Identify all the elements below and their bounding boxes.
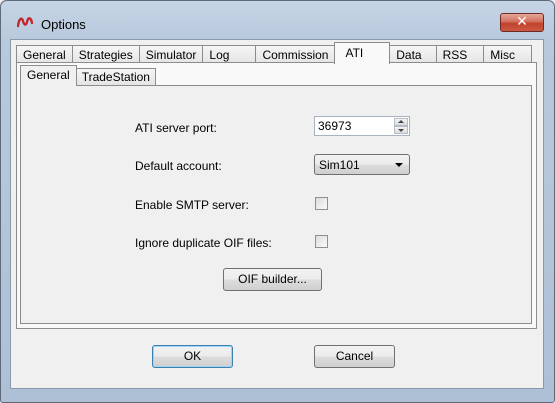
ati-server-port-stepper[interactable]: 36973 bbox=[314, 116, 410, 136]
subtab-general[interactable]: General bbox=[20, 65, 77, 86]
chevron-down-icon bbox=[395, 163, 403, 167]
ati-tab-panel: General TradeStation ATI server port: 36… bbox=[16, 62, 537, 329]
dialog-client-area: General Strategies Simulator Log Commiss… bbox=[10, 39, 544, 389]
stepper-buttons bbox=[394, 118, 408, 134]
enable-smtp-label: Enable SMTP server: bbox=[135, 198, 249, 212]
default-account-value: Sim101 bbox=[319, 158, 360, 172]
ignore-duplicate-oif-label: Ignore duplicate OIF files: bbox=[135, 236, 272, 250]
close-icon: ✕ bbox=[516, 14, 528, 30]
ok-button[interactable]: OK bbox=[152, 345, 233, 368]
enable-smtp-checkbox[interactable] bbox=[315, 197, 328, 210]
ati-server-port-value: 36973 bbox=[318, 119, 352, 133]
default-account-select[interactable]: Sim101 bbox=[314, 154, 410, 175]
cancel-button[interactable]: Cancel bbox=[314, 345, 395, 368]
window-title: Options bbox=[41, 17, 86, 32]
ati-server-port-label: ATI server port: bbox=[135, 121, 217, 135]
ninjatrader-logo-icon bbox=[16, 15, 34, 29]
close-button[interactable]: ✕ bbox=[500, 13, 544, 32]
general-settings-panel: ATI server port: 36973 Default account: … bbox=[20, 85, 532, 324]
stepper-down-icon[interactable] bbox=[394, 126, 408, 134]
default-account-label: Default account: bbox=[135, 159, 222, 173]
ignore-duplicate-oif-checkbox[interactable] bbox=[315, 235, 328, 248]
stepper-up-icon[interactable] bbox=[394, 118, 408, 126]
oif-builder-button[interactable]: OIF builder... bbox=[223, 268, 322, 291]
subtab-tradestation[interactable]: TradeStation bbox=[75, 68, 156, 86]
main-tab-strip: General Strategies Simulator Log Commiss… bbox=[16, 42, 532, 64]
title-bar[interactable]: Options ✕ bbox=[1, 1, 554, 32]
sub-tab-strip: General TradeStation bbox=[20, 65, 156, 86]
tab-ati[interactable]: ATI bbox=[334, 42, 391, 64]
options-window: Options ✕ General Strategies Simulator L… bbox=[0, 0, 555, 403]
